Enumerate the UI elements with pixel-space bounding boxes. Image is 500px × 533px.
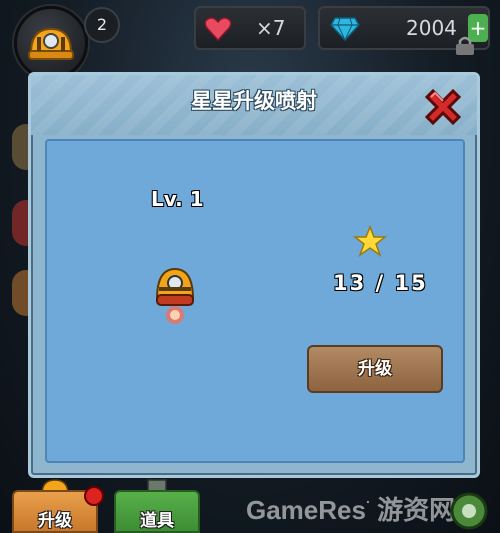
- watermark: GameRes. 游资网: [246, 490, 456, 525]
- star-progress: 13 / 15: [333, 271, 428, 295]
- miner-helmet-icon: [28, 27, 74, 60]
- lives-count: ×7: [256, 16, 286, 40]
- watermark-cn: 游资网: [377, 495, 456, 525]
- upgrade-dialog: 星星升级喷射 Lv. 1 13 / 15 升级: [28, 72, 480, 478]
- rocket-helmet-icon: [155, 267, 195, 324]
- player-level-badge: 2: [84, 7, 120, 43]
- tab-items[interactable]: 道具: [114, 490, 200, 533]
- star-icon: [353, 225, 387, 257]
- close-icon[interactable]: [419, 83, 467, 131]
- upgrade-panel: Lv. 1 13 / 15 升级: [45, 139, 465, 463]
- gem-count: 2004: [406, 16, 457, 40]
- lives-counter: ×7: [194, 6, 306, 50]
- lock-icon: [456, 36, 474, 55]
- level-label: Lv. 1: [151, 187, 204, 211]
- gear-icon[interactable]: [448, 490, 490, 532]
- diamond-icon: [330, 17, 360, 42]
- watermark-text: GameRes: [246, 495, 366, 525]
- upgrade-button[interactable]: 升级: [307, 345, 443, 393]
- heart-icon: [204, 17, 232, 42]
- dialog-title: 星星升级喷射: [191, 89, 317, 113]
- player-avatar[interactable]: [14, 6, 88, 80]
- notification-dot: [84, 486, 104, 506]
